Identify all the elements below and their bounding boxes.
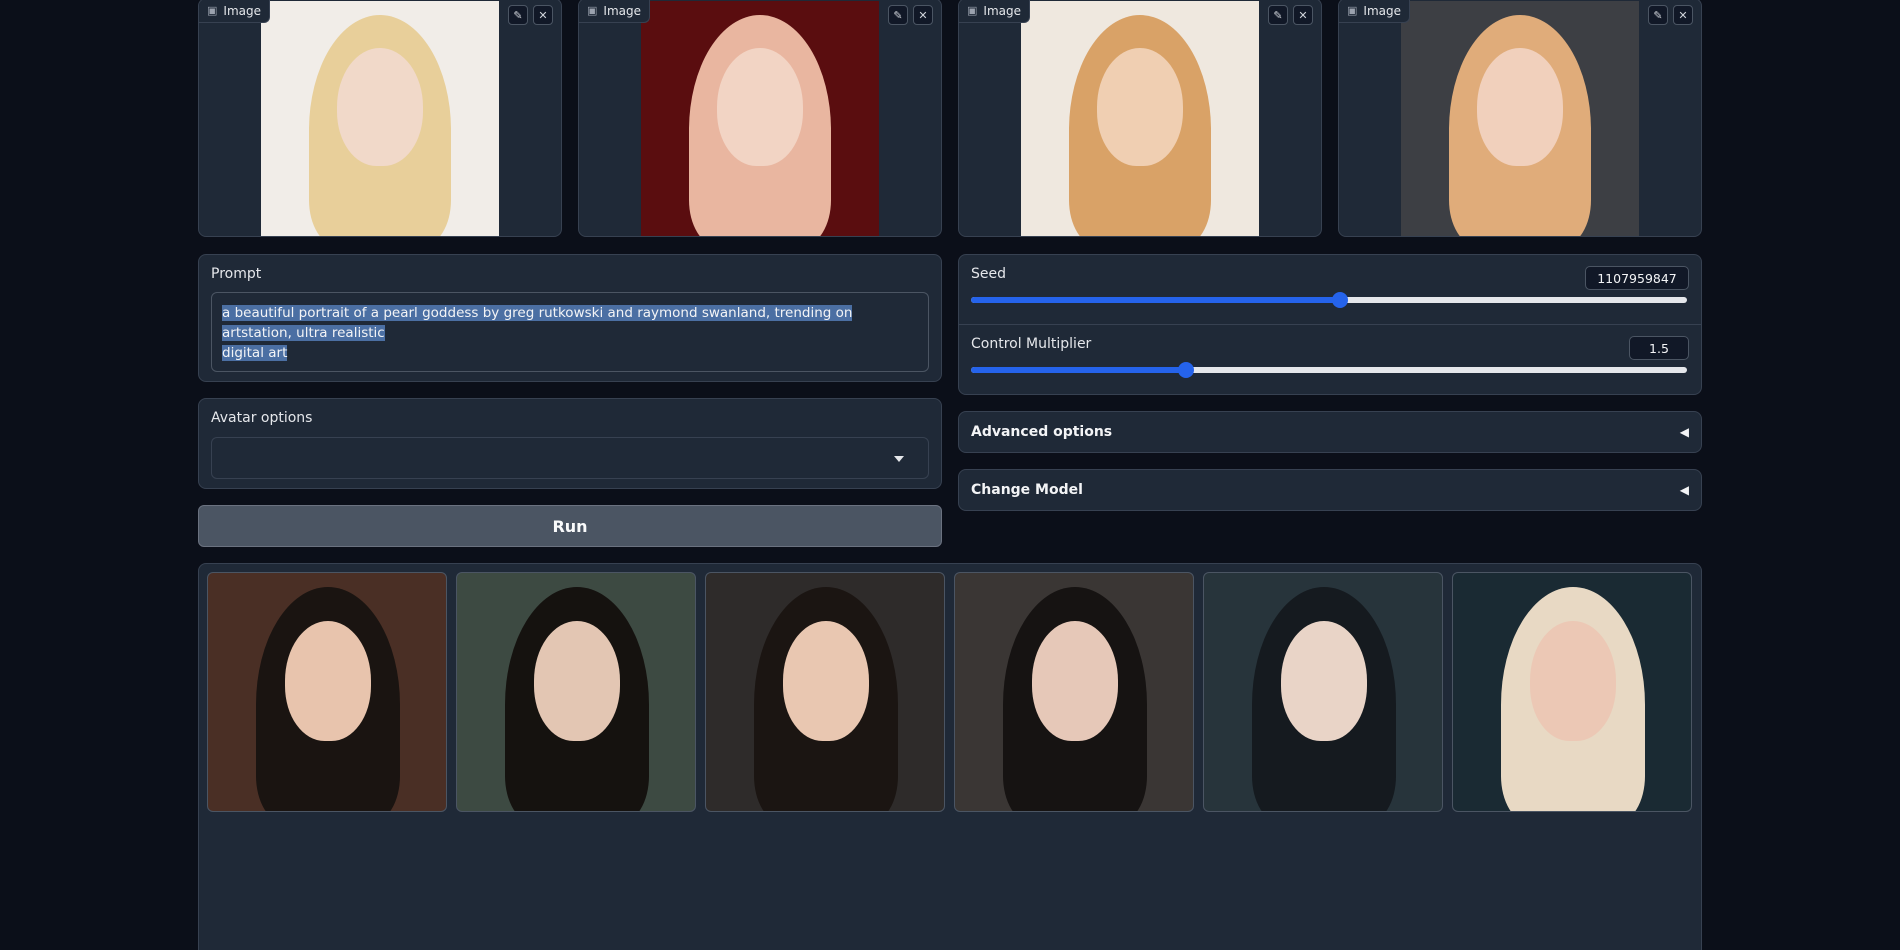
advanced-options-label: Advanced options <box>971 424 1113 440</box>
image-icon: ▣ <box>207 4 218 17</box>
edit-icon[interactable]: ✎ <box>888 5 908 25</box>
prompt-line-2: digital art <box>222 345 288 361</box>
control-input[interactable]: 1.5 <box>1629 336 1689 360</box>
gallery-item[interactable] <box>705 572 945 812</box>
face-shape <box>717 48 803 167</box>
face-shape <box>1280 621 1368 741</box>
image-icon: ▣ <box>587 4 598 17</box>
image-icon: ▣ <box>967 4 978 17</box>
triangle-left-icon: ◀ <box>1679 425 1689 439</box>
prompt-panel: Prompt a beautiful portrait of a pearl g… <box>198 254 942 382</box>
gallery-item[interactable] <box>1203 572 1443 812</box>
change-model-accordion[interactable]: Change Model ◀ <box>958 469 1702 511</box>
sliders-panel: Seed 1107959847 Control Multiplier 1.5 <box>958 254 1702 395</box>
control-thumb[interactable] <box>1177 362 1194 378</box>
face-shape <box>1477 48 1563 167</box>
image-icon: ▣ <box>1347 4 1358 17</box>
face-shape <box>1097 48 1183 167</box>
avatar-select[interactable] <box>211 437 929 479</box>
image-tag: ▣ Image <box>199 0 270 23</box>
gallery-item[interactable] <box>207 572 447 812</box>
prompt-textarea[interactable]: a beautiful portrait of a pearl goddess … <box>211 292 929 372</box>
input-photo <box>641 1 879 236</box>
image-input-1[interactable]: ▣ Image ✎ ✕ <box>198 0 562 237</box>
image-input-3[interactable]: ▣ Image ✎ ✕ <box>958 0 1322 237</box>
triangle-left-icon: ◀ <box>1679 483 1689 497</box>
avatar-label: Avatar options <box>211 410 313 426</box>
seed-label: Seed <box>971 266 1006 282</box>
face-shape <box>782 621 870 741</box>
control-label: Control Multiplier <box>971 336 1092 352</box>
control-fill <box>971 367 1186 373</box>
image-tag: ▣ Image <box>579 0 650 23</box>
seed-thumb[interactable] <box>1332 292 1349 308</box>
control-slider[interactable] <box>971 362 1687 378</box>
change-model-label: Change Model <box>971 482 1083 498</box>
seed-slider[interactable] <box>971 292 1687 308</box>
chevron-down-icon <box>894 456 904 462</box>
face-shape <box>1529 621 1617 741</box>
image-tag: ▣ Image <box>959 0 1030 23</box>
gallery-item[interactable] <box>954 572 1194 812</box>
image-input-2[interactable]: ▣ Image ✎ ✕ <box>578 0 942 237</box>
prompt-label: Prompt <box>211 266 262 282</box>
face-shape <box>533 621 621 741</box>
divider <box>959 324 1701 325</box>
face-shape <box>1031 621 1119 741</box>
advanced-options-accordion[interactable]: Advanced options ◀ <box>958 411 1702 453</box>
image-input-4[interactable]: ▣ Image ✎ ✕ <box>1338 0 1702 237</box>
gallery-item[interactable] <box>456 572 696 812</box>
input-photo <box>261 1 499 236</box>
close-icon[interactable]: ✕ <box>1293 5 1313 25</box>
close-icon[interactable]: ✕ <box>533 5 553 25</box>
close-icon[interactable]: ✕ <box>913 5 933 25</box>
input-photo <box>1401 1 1639 236</box>
face-shape <box>284 621 372 741</box>
face-shape <box>337 48 423 167</box>
edit-icon[interactable]: ✎ <box>1648 5 1668 25</box>
output-gallery <box>198 563 1702 950</box>
image-tag: ▣ Image <box>1339 0 1410 23</box>
seed-input[interactable]: 1107959847 <box>1585 266 1689 290</box>
edit-icon[interactable]: ✎ <box>1268 5 1288 25</box>
input-photo <box>1021 1 1259 236</box>
gallery-item[interactable] <box>1452 572 1692 812</box>
run-button[interactable]: Run <box>198 505 942 547</box>
seed-fill <box>971 297 1341 303</box>
close-icon[interactable]: ✕ <box>1673 5 1693 25</box>
prompt-line-1: a beautiful portrait of a pearl goddess … <box>222 305 853 341</box>
edit-icon[interactable]: ✎ <box>508 5 528 25</box>
avatar-panel: Avatar options <box>198 398 942 489</box>
